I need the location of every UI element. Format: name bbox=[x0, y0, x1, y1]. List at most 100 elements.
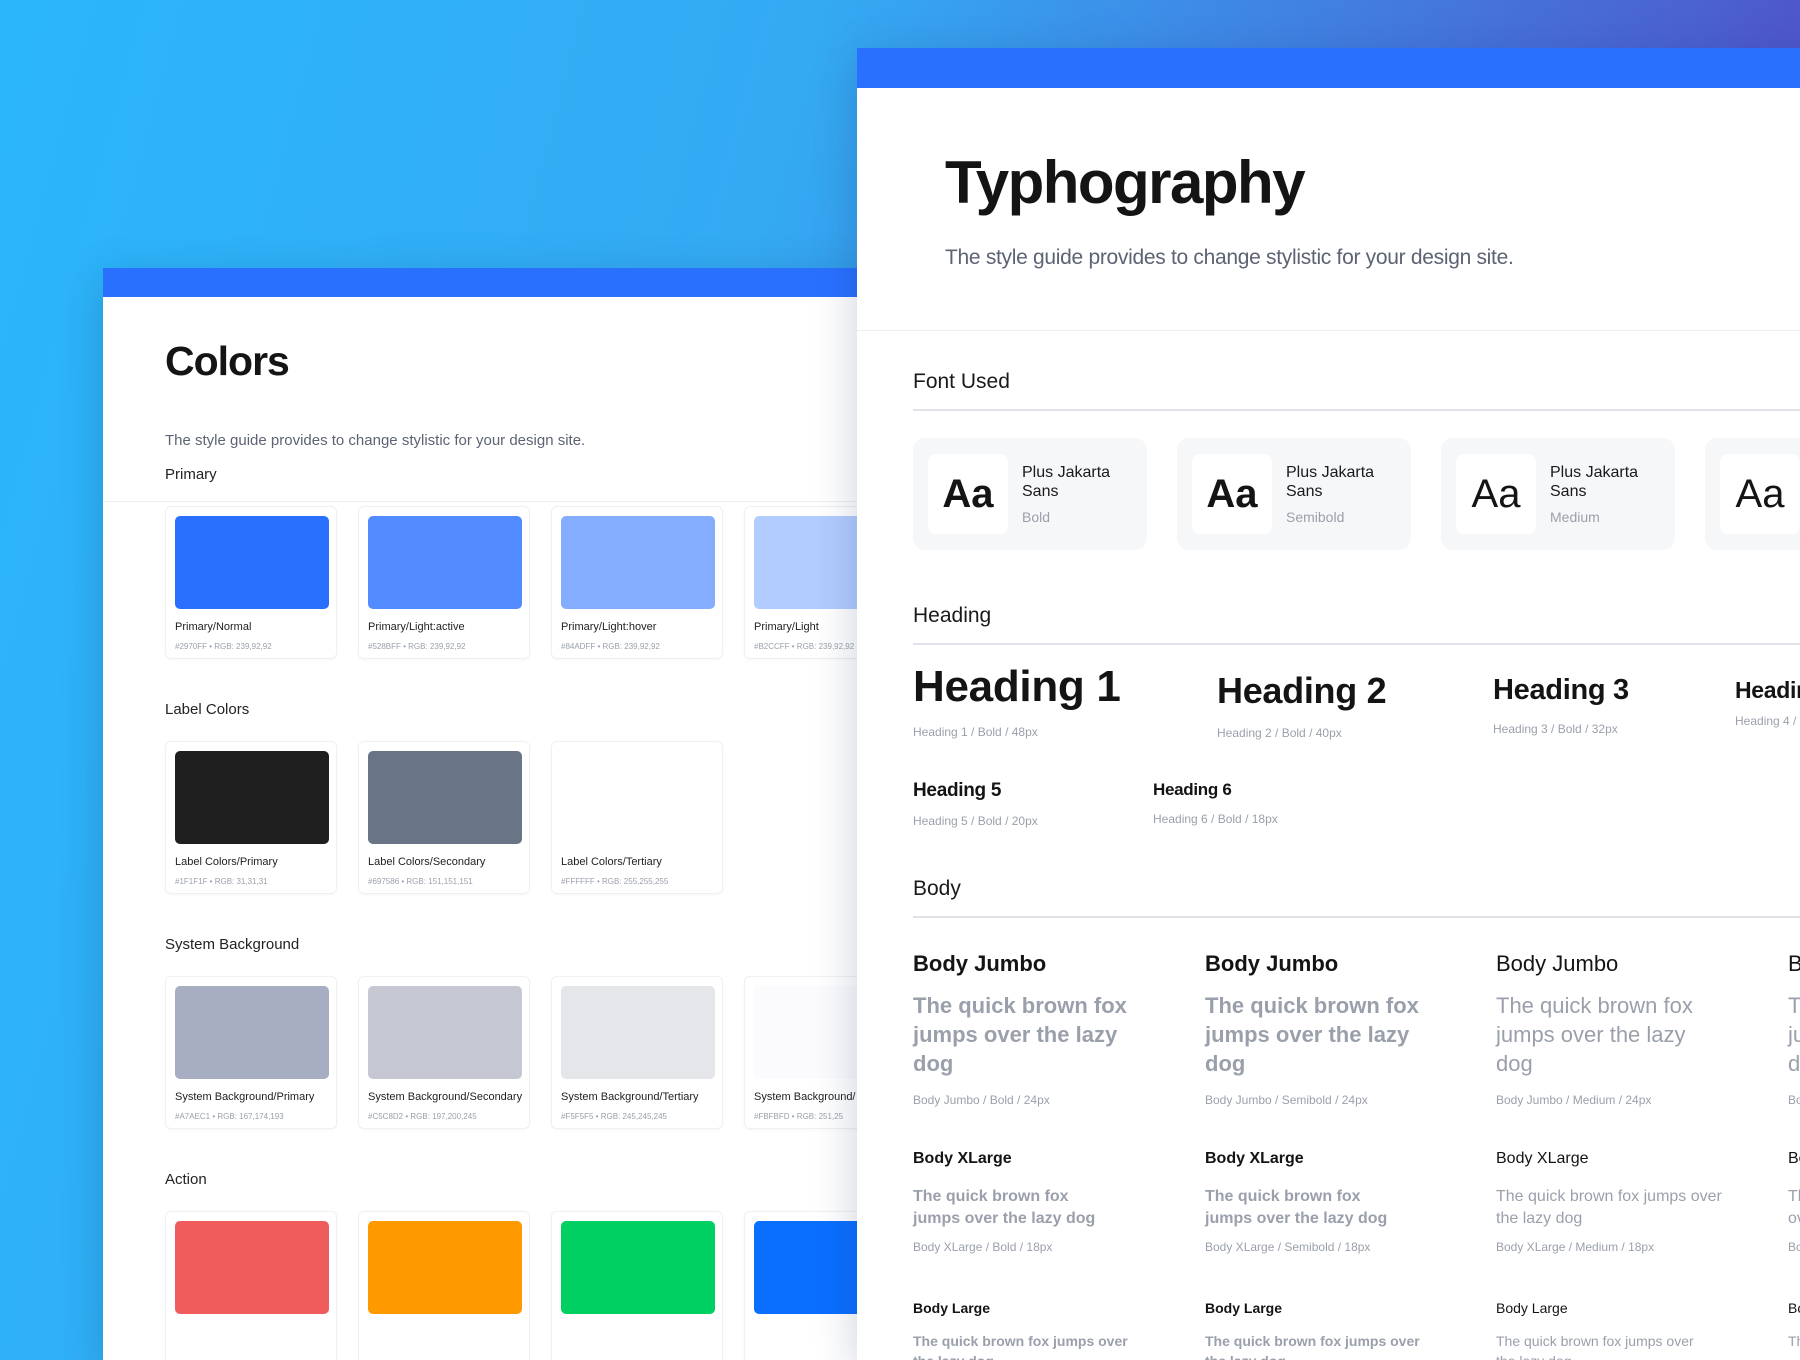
heading-6-label: Heading 6 bbox=[1153, 780, 1232, 799]
swatch-name: System Background/Tertiary bbox=[561, 1091, 699, 1103]
font-weight: Medium bbox=[1550, 509, 1600, 525]
body-large-text: The quick brown fox jumps over the lazy … bbox=[913, 1333, 1128, 1360]
swatch-name: Primary/Light:active bbox=[368, 621, 465, 633]
body-jumbo-meta: Body Jumbo / Medium / 24px bbox=[1496, 1093, 1652, 1107]
color-swatch-card[interactable]: System Background/ #FBFBFD • RGB: 251,25 bbox=[744, 976, 863, 1129]
swatch-meta: #84ADFF • RGB: 239,92,92 bbox=[561, 642, 660, 651]
swatch-row bbox=[165, 1211, 863, 1360]
body-large-text: The quick brown fox jumps over the lazy … bbox=[1496, 1333, 1694, 1360]
color-swatch bbox=[754, 986, 863, 1079]
color-swatch bbox=[561, 986, 715, 1079]
color-swatch-card[interactable] bbox=[358, 1211, 530, 1360]
swatch-name: Primary/Light:hover bbox=[561, 621, 657, 633]
colors-page-subtitle: The style guide provides to change styli… bbox=[165, 432, 586, 449]
color-swatch-card[interactable]: Primary/Light:active #528BFF • RGB: 239,9… bbox=[358, 506, 530, 659]
colors-header-divider bbox=[103, 501, 863, 502]
swatch-meta: #FBFBFD • RGB: 251,25 bbox=[754, 1112, 844, 1121]
color-swatch bbox=[561, 516, 715, 609]
body-jumbo-title: B bbox=[1788, 951, 1800, 976]
heading-4-label: Headin bbox=[1735, 677, 1800, 703]
font-card[interactable]: Aa bbox=[1705, 438, 1800, 550]
heading-1-meta: Heading 1 / Bold / 48px bbox=[913, 725, 1038, 739]
heading-5-label: Heading 5 bbox=[913, 780, 1002, 801]
font-info: Plus Jakarta Sans Medium bbox=[1550, 463, 1660, 525]
swatch-name: Primary/Light bbox=[754, 621, 819, 633]
body-large-text: The quick brown fox jumps over the lazy … bbox=[1205, 1333, 1420, 1360]
swatch-name: System Background/Secondary bbox=[368, 1091, 523, 1103]
color-swatch-card[interactable]: System Background/Secondary #C5C8D2 • RGB… bbox=[358, 976, 530, 1129]
section-divider-heading bbox=[913, 643, 1800, 645]
body-xlarge-text: Th ov bbox=[1788, 1188, 1800, 1227]
section-title-font-used: Font Used bbox=[913, 370, 1010, 393]
font-card[interactable]: Aa Plus Jakarta Sans Medium bbox=[1441, 438, 1675, 550]
color-swatch-card[interactable] bbox=[744, 1211, 863, 1360]
body-jumbo-meta: Body Jumbo / Semibold / 24px bbox=[1205, 1093, 1368, 1107]
swatch-meta: #FFFFFF • RGB: 255,255,255 bbox=[561, 877, 669, 886]
font-info: Plus Jakarta Sans Semibold bbox=[1286, 463, 1396, 525]
font-glyph-preview: Aa bbox=[1192, 454, 1272, 534]
swatch-name: System Background/ bbox=[754, 1091, 856, 1103]
swatch-row: Primary/Normal #2970FF • RGB: 239,92,92 Pr… bbox=[165, 506, 863, 659]
color-swatch-card[interactable] bbox=[551, 1211, 723, 1360]
heading-4-sample: Headin Heading 4 / bbox=[1735, 677, 1800, 728]
body-xlarge-meta: Bo bbox=[1788, 1240, 1800, 1254]
color-swatch bbox=[368, 1221, 522, 1314]
body-large-title: Bo bbox=[1788, 1300, 1800, 1316]
colors-panel-top-bar bbox=[103, 268, 863, 297]
section-divider-font-used bbox=[913, 409, 1800, 411]
heading-5-sample: Heading 5 Heading 5 / Bold / 20px bbox=[913, 780, 1038, 828]
section-divider-body bbox=[913, 916, 1800, 918]
color-swatch-card[interactable]: System Background/Tertiary #F5F5F5 • RGB:… bbox=[551, 976, 723, 1129]
body-jumbo-meta: Bo bbox=[1788, 1093, 1800, 1107]
swatch-meta: #B2CCFF • RGB: 239,92,92 bbox=[754, 642, 855, 651]
heading-3-meta: Heading 3 / Bold / 32px bbox=[1493, 722, 1618, 736]
section-title-body: Body bbox=[913, 877, 961, 900]
heading-5-meta: Heading 5 / Bold / 20px bbox=[913, 814, 1038, 828]
body-jumbo-title: Body Jumbo bbox=[1496, 951, 1619, 976]
color-swatch-card[interactable]: Label Colors/Secondary #697586 • RGB: 151… bbox=[358, 741, 530, 894]
color-swatch-card[interactable]: Label Colors/Primary #1F1F1F • RGB: 31,31… bbox=[165, 741, 337, 894]
font-weight: Bold bbox=[1022, 509, 1051, 525]
swatch-row: Label Colors/Primary #1F1F1F • RGB: 31,31… bbox=[165, 741, 723, 894]
body-jumbo-meta: Body Jumbo / Bold / 24px bbox=[913, 1093, 1050, 1107]
color-swatch-card[interactable]: Primary/Light #B2CCFF • RGB: 239,92,92 bbox=[744, 506, 863, 659]
swatch-meta: #F5F5F5 • RGB: 245,245,245 bbox=[561, 1112, 667, 1121]
body-large-title: Body Large bbox=[1205, 1300, 1283, 1316]
color-swatch-card[interactable]: Primary/Normal #2970FF • RGB: 239,92,92 bbox=[165, 506, 337, 659]
colors-panel: Colors The style guide provides to chang… bbox=[103, 268, 863, 1360]
color-section-title: Action bbox=[165, 1171, 207, 1188]
heading-2-label: Heading 2 bbox=[1217, 670, 1387, 711]
typography-page-title: Typhography bbox=[945, 149, 1306, 216]
body-xlarge-text: The quick brown fox jumps over the lazy … bbox=[913, 1188, 1096, 1227]
font-card[interactable]: Aa Plus Jakarta Sans Bold bbox=[913, 438, 1147, 550]
swatch-meta: #528BFF • RGB: 239,92,92 bbox=[368, 642, 466, 651]
color-swatch bbox=[175, 1221, 329, 1314]
color-swatch bbox=[754, 1221, 863, 1314]
color-swatch-card[interactable] bbox=[165, 1211, 337, 1360]
color-swatch-card[interactable]: Primary/Light:hover #84ADFF • RGB: 239,92… bbox=[551, 506, 723, 659]
font-name: Plus Jakarta Sans bbox=[1022, 464, 1111, 500]
typography-panel: Typhography The style guide provides to … bbox=[857, 48, 1800, 1360]
swatch-meta: #1F1F1F • RGB: 31,31,31 bbox=[175, 877, 268, 886]
section-title-heading: Heading bbox=[913, 604, 992, 627]
color-swatch-card[interactable]: Label Colors/Tertiary #FFFFFF • RGB: 255,… bbox=[551, 741, 723, 894]
body-jumbo-title: Body Jumbo bbox=[913, 951, 1047, 976]
body-jumbo-sample: B T ju d Bo bbox=[1788, 951, 1800, 1107]
color-section-title: System Background bbox=[165, 936, 300, 953]
font-card[interactable]: Aa Plus Jakarta Sans Semibold bbox=[1177, 438, 1411, 550]
body-xlarge-text: The quick brown fox jumps over the lazy … bbox=[1496, 1188, 1722, 1227]
font-glyph-preview: Aa bbox=[1456, 454, 1536, 534]
body-xlarge-title: Body XLarge bbox=[1205, 1150, 1304, 1167]
body-jumbo-text: T ju d bbox=[1788, 993, 1800, 1076]
body-jumbo-sample: Body Jumbo The quick brown fox jumps over… bbox=[1496, 951, 1736, 1107]
body-large-text: Th bbox=[1788, 1333, 1800, 1349]
body-large-title: Body Large bbox=[1496, 1300, 1568, 1316]
font-name: Plus Jakarta Sans bbox=[1550, 464, 1639, 500]
color-swatch-card[interactable]: System Background/Primary #A7AEC1 • RGB: … bbox=[165, 976, 337, 1129]
body-jumbo-text: The quick brown fox jumps over the lazy … bbox=[913, 993, 1127, 1076]
color-section-title: Primary bbox=[165, 466, 217, 483]
heading-1-sample: Heading 1 Heading 1 / Bold / 48px bbox=[913, 662, 1121, 739]
heading-3-label: Heading 3 bbox=[1493, 674, 1629, 706]
swatch-meta: #C5C8D2 • RGB: 197,200,245 bbox=[368, 1112, 477, 1121]
color-swatch bbox=[175, 986, 329, 1079]
